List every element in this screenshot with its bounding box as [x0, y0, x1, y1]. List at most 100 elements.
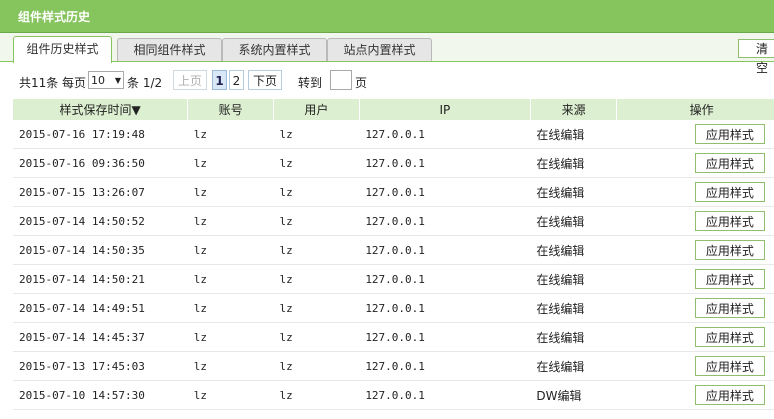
table-row: 2015-07-16 17:19:48 lz lz 127.0.0.1 在线编辑 应用样式 — [13, 120, 774, 149]
table-header-row: 样式保存时间▼ 账号 用户 IP 来源 操作 — [13, 99, 774, 120]
cell-source: 在线编辑 — [530, 322, 617, 352]
total-count: 共11条 — [19, 76, 59, 90]
cell-time: 2015-07-13 17:45:03 — [13, 351, 188, 381]
cell-action: 应用样式 — [616, 322, 774, 352]
cell-action: 应用样式 — [616, 380, 774, 410]
cell-ip: 127.0.0.1 — [359, 264, 531, 294]
table-row: 2015-07-14 14:49:51 lz lz 127.0.0.1 在线编辑 应用样式 — [13, 293, 774, 323]
apply-style-button[interactable]: 应用样式 — [694, 298, 765, 318]
cell-action: 应用样式 — [616, 148, 774, 178]
cell-user: lz — [273, 177, 360, 207]
cell-source: DW编辑 — [530, 380, 617, 410]
tab-system-builtin[interactable]: 系统内置样式 — [222, 38, 327, 61]
cell-action: 应用样式 — [616, 206, 774, 236]
cell-time: 2015-07-16 17:19:48 — [13, 120, 188, 149]
apply-style-button[interactable]: 应用样式 — [694, 182, 765, 202]
table-row: 2015-07-14 14:50:52 lz lz 127.0.0.1 在线编辑 应用样式 — [13, 206, 774, 236]
per-page-value: 10 — [91, 74, 105, 87]
cell-account: lz — [187, 206, 274, 236]
header-source: 来源 — [530, 99, 618, 120]
cell-ip: 127.0.0.1 — [359, 322, 531, 352]
cell-action: 应用样式 — [616, 264, 774, 294]
apply-style-button[interactable]: 应用样式 — [694, 356, 765, 376]
cell-source: 在线编辑 — [530, 293, 617, 323]
cell-account: lz — [187, 380, 274, 410]
table-row: 2015-07-14 14:45:37 lz lz 127.0.0.1 在线编辑 应用样式 — [13, 322, 774, 352]
apply-style-button[interactable]: 应用样式 — [694, 124, 765, 144]
table-row: 2015-07-13 17:45:03 lz lz 127.0.0.1 在线编辑 应用样式 — [13, 351, 774, 381]
header-save-time[interactable]: 样式保存时间▼ — [13, 99, 189, 120]
next-page-button[interactable]: 下页 — [248, 70, 282, 90]
apply-style-button[interactable]: 应用样式 — [694, 327, 765, 347]
cell-source: 在线编辑 — [530, 206, 617, 236]
cell-time: 2015-07-14 14:50:35 — [13, 235, 188, 265]
cell-time: 2015-07-14 14:50:21 — [13, 264, 188, 294]
window-titlebar: 组件样式历史 — [0, 0, 774, 33]
tab-same-component[interactable]: 相同组件样式 — [117, 38, 222, 61]
tab-strip: 组件历史样式 相同组件样式 系统内置样式 站点内置样式 — [0, 33, 774, 63]
cell-ip: 127.0.0.1 — [359, 206, 531, 236]
goto-label: 转到 — [298, 76, 323, 90]
per-page-label: 每页 — [62, 76, 87, 90]
table-row: 2015-07-16 09:36:50 lz lz 127.0.0.1 在线编辑 应用样式 — [13, 148, 774, 178]
clear-button[interactable]: 清空 — [738, 39, 774, 75]
cell-action: 应用样式 — [616, 120, 774, 149]
apply-style-button[interactable]: 应用样式 — [694, 385, 765, 405]
tab-component-history[interactable]: 组件历史样式 — [13, 36, 112, 63]
cell-user: lz — [273, 120, 360, 149]
cell-account: lz — [187, 264, 274, 294]
cell-source: 在线编辑 — [530, 264, 617, 294]
cell-user: lz — [273, 264, 360, 294]
chevron-down-icon: ▼ — [114, 76, 121, 85]
cell-time: 2015-07-14 14:45:37 — [13, 322, 188, 352]
cell-ip: 127.0.0.1 — [359, 177, 531, 207]
cell-source: 在线编辑 — [530, 120, 617, 149]
cell-ip: 127.0.0.1 — [359, 148, 531, 178]
cell-action: 应用样式 — [616, 177, 774, 207]
cell-ip: 127.0.0.1 — [359, 380, 531, 410]
cell-user: lz — [273, 235, 360, 265]
cell-action: 应用样式 — [616, 351, 774, 381]
cell-user: lz — [273, 380, 360, 410]
cell-user: lz — [273, 351, 360, 381]
cell-account: lz — [187, 322, 274, 352]
cell-account: lz — [187, 235, 274, 265]
apply-style-button[interactable]: 应用样式 — [694, 240, 765, 260]
page-info: 条 1/2 — [127, 76, 163, 90]
cell-ip: 127.0.0.1 — [359, 235, 531, 265]
per-page-select[interactable]: 10 ▼ — [88, 71, 124, 89]
table-row: 2015-07-14 14:50:35 lz lz 127.0.0.1 在线编辑 应用样式 — [13, 235, 774, 265]
page-2-button[interactable]: 2 — [229, 70, 244, 90]
cell-source: 在线编辑 — [530, 148, 617, 178]
apply-style-button[interactable]: 应用样式 — [694, 153, 765, 173]
tab-site-builtin[interactable]: 站点内置样式 — [327, 38, 432, 61]
cell-user: lz — [273, 322, 360, 352]
cell-user: lz — [273, 206, 360, 236]
cell-time: 2015-07-14 14:50:52 — [13, 206, 188, 236]
style-history-table: 样式保存时间▼ 账号 用户 IP 来源 操作 2015-07-16 17:19:… — [13, 99, 774, 410]
table-row: 2015-07-10 14:57:30 lz lz 127.0.0.1 DW编辑 应用样式 — [13, 380, 774, 410]
apply-style-button[interactable]: 应用样式 — [694, 269, 765, 289]
cell-ip: 127.0.0.1 — [359, 293, 531, 323]
window-title: 组件样式历史 — [18, 10, 91, 24]
cell-source: 在线编辑 — [530, 235, 617, 265]
table-row: 2015-07-15 13:26:07 lz lz 127.0.0.1 在线编辑 应用样式 — [13, 177, 774, 207]
cell-user: lz — [273, 148, 360, 178]
cell-user: lz — [273, 293, 360, 323]
table-row: 2015-07-14 14:50:21 lz lz 127.0.0.1 在线编辑 应用样式 — [13, 264, 774, 294]
cell-source: 在线编辑 — [530, 177, 617, 207]
goto-page-input[interactable] — [330, 70, 352, 90]
header-ip: IP — [359, 99, 531, 120]
cell-account: lz — [187, 120, 274, 149]
page-suffix: 页 — [355, 76, 368, 90]
cell-action: 应用样式 — [616, 235, 774, 265]
cell-account: lz — [187, 351, 274, 381]
cell-time: 2015-07-10 14:57:30 — [13, 380, 188, 410]
header-account: 账号 — [187, 99, 275, 120]
cell-account: lz — [187, 177, 274, 207]
cell-action: 应用样式 — [616, 293, 774, 323]
cell-time: 2015-07-15 13:26:07 — [13, 177, 188, 207]
apply-style-button[interactable]: 应用样式 — [694, 211, 765, 231]
page-1-button[interactable]: 1 — [212, 70, 227, 90]
prev-page-button[interactable]: 上页 — [173, 70, 207, 90]
